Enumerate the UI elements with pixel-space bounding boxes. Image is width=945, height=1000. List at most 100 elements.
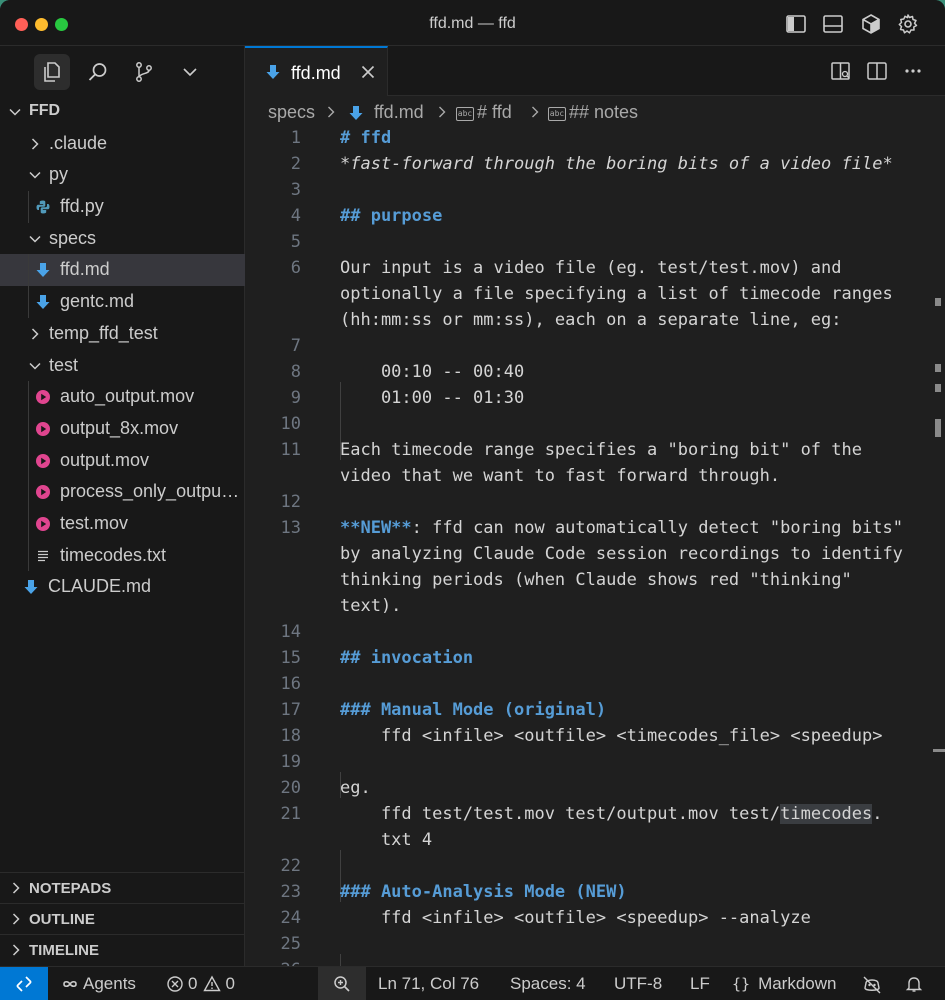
breadcrumb-symbol-notes[interactable]: abc ## notes xyxy=(548,102,638,123)
chevron-right-icon xyxy=(532,106,539,118)
notifications-bell-icon[interactable] xyxy=(905,975,927,993)
error-count: 0 xyxy=(188,974,198,993)
chevron-right-icon xyxy=(328,106,335,118)
indent-guide xyxy=(28,286,29,318)
line-number: 2 xyxy=(290,154,301,174)
code-line: 01:00 -- 01:30 xyxy=(340,388,524,408)
string-symbol-icon: abc xyxy=(548,107,566,121)
copilot-disabled-icon[interactable] xyxy=(862,975,886,995)
breadcrumb-symbol-ffd[interactable]: abc # ffd xyxy=(456,102,512,123)
file-ffd-md[interactable]: ffd.md xyxy=(0,254,245,287)
code-line: 00:10 -- 00:40 xyxy=(340,362,524,382)
tree-item-label: test xyxy=(49,354,79,375)
file-claude-md[interactable]: CLAUDE.md xyxy=(0,571,245,603)
language-mode[interactable]: {} Markdown xyxy=(732,974,836,994)
code-line: ## invocation xyxy=(340,648,473,668)
file-gentc-md[interactable]: gentc.md xyxy=(0,286,245,318)
zoom-button[interactable] xyxy=(318,967,366,1000)
problems-status[interactable]: 0 0 xyxy=(166,974,235,994)
code-token: video that we want to fast forward throu… xyxy=(340,466,781,486)
tab-ffd-md[interactable]: ffd.md xyxy=(245,46,388,96)
line-number: 4 xyxy=(290,206,301,226)
explorer-root-ffd[interactable]: FFD xyxy=(0,96,245,128)
line-number: 18 xyxy=(280,726,301,746)
panel-notepads[interactable]: NOTEPADS xyxy=(0,872,245,903)
source-control-icon[interactable] xyxy=(126,54,162,90)
code-line: thinking periods (when Claude shows red … xyxy=(340,570,852,590)
infinity-icon xyxy=(63,980,77,988)
file-output-8x-mov[interactable]: output_8x.mov xyxy=(0,412,245,445)
folder--claude[interactable]: .claude xyxy=(0,128,245,160)
chevron-right-icon xyxy=(12,944,20,956)
file-ffd-py[interactable]: ffd.py xyxy=(0,191,245,223)
file-test-mov[interactable]: test.mov xyxy=(0,507,245,540)
folder-test[interactable]: test xyxy=(0,350,245,382)
explorer-icon[interactable] xyxy=(34,54,70,90)
indentation-status[interactable]: Spaces: 4 xyxy=(510,974,586,994)
code-line: ffd <infile> <outfile> <speedup> --analy… xyxy=(340,908,811,928)
eol-status[interactable]: LF xyxy=(690,974,710,994)
code-editor[interactable]: 1 # ffd 2 *fast-forward through the boring … xyxy=(245,128,935,966)
line-number: 25 xyxy=(280,934,301,954)
panel-label: NOTEPADS xyxy=(29,879,112,897)
video-icon xyxy=(35,389,51,405)
code-token: Each timecode range specifies a "boring … xyxy=(340,440,862,460)
line-number: 9 xyxy=(290,388,301,408)
bell-icon xyxy=(905,977,923,992)
folder-py[interactable]: py xyxy=(0,159,245,191)
file-process-only-output-mov[interactable]: process_only_output.mov xyxy=(0,476,245,508)
close-icon[interactable] xyxy=(359,63,377,81)
panel-label: TIMELINE xyxy=(29,941,99,959)
code-token: by analyzing Claude Code session recordi… xyxy=(340,544,903,564)
line-number: 22 xyxy=(280,856,301,876)
open-preview-icon[interactable] xyxy=(830,60,852,82)
panel-outline[interactable]: OUTLINE xyxy=(0,903,245,934)
more-actions-icon[interactable] xyxy=(902,60,924,82)
code-token: . xyxy=(872,804,883,824)
folder-temp-ffd-test[interactable]: temp_ffd_test xyxy=(0,318,245,350)
breadcrumb-file[interactable]: ffd.md xyxy=(374,102,424,123)
tree-item-label: temp_ffd_test xyxy=(49,322,158,343)
indent-guide xyxy=(28,539,29,572)
toggle-panel-icon[interactable] xyxy=(822,13,844,35)
file-timecodes-txt[interactable]: timecodes.txt xyxy=(0,539,245,572)
search-icon[interactable] xyxy=(80,54,116,90)
code-token: (hh:mm:ss or mm:ss), each on a separate … xyxy=(340,310,842,330)
code-line: Our input is a video file (eg. test/test… xyxy=(340,258,842,278)
code-line: txt 4 xyxy=(340,830,432,850)
chevron-right-icon xyxy=(12,913,20,925)
cursor-position[interactable]: Ln 71, Col 76 xyxy=(378,974,479,994)
tree-item-label: CLAUDE.md xyxy=(48,576,152,597)
gear-icon[interactable] xyxy=(897,13,919,35)
agents-status[interactable]: Agents xyxy=(61,974,136,994)
code-token: ## purpose xyxy=(340,206,443,226)
error-icon xyxy=(167,976,183,992)
line-number: 14 xyxy=(280,622,301,642)
folder-specs[interactable]: specs xyxy=(0,223,245,255)
line-number: 12 xyxy=(280,492,301,512)
tree-item-label: timecodes.txt xyxy=(60,544,167,565)
indent-guide xyxy=(28,254,29,287)
toggle-primary-sidebar-icon[interactable] xyxy=(785,13,807,35)
code-token: ffd test/test.mov test/output.mov test/ xyxy=(340,804,781,824)
code-token: ### Manual Mode (original) xyxy=(340,700,607,720)
ruler-mark xyxy=(933,749,945,752)
video-icon xyxy=(35,453,51,469)
chevron-down-icon[interactable] xyxy=(172,54,208,90)
split-editor-icon[interactable] xyxy=(866,60,888,82)
indent-guide xyxy=(340,954,341,966)
file-output-mov[interactable]: output.mov xyxy=(0,444,245,477)
sidebar: FFD .claude py ffd.py specs ffd.md gentc.md te… xyxy=(0,46,245,966)
code-token: ### Auto-Analysis Mode (NEW) xyxy=(340,882,627,902)
breadcrumb-folder[interactable]: specs xyxy=(268,102,315,123)
encoding-status[interactable]: UTF-8 xyxy=(614,974,662,994)
panel-timeline[interactable]: TIMELINE xyxy=(0,934,245,965)
file-auto-output-mov[interactable]: auto_output.mov xyxy=(0,381,245,413)
tree-item-label: output_8x.mov xyxy=(60,417,179,438)
status-bar: Agents 0 0 Ln 71, Col 76 Spaces: 4 UTF-8… xyxy=(0,966,945,1000)
overview-ruler[interactable] xyxy=(933,128,945,966)
code-line: video that we want to fast forward throu… xyxy=(340,466,780,486)
remote-indicator-button[interactable] xyxy=(0,967,48,1000)
cube-icon[interactable] xyxy=(860,13,882,35)
code-token: Our input is a video file (eg. test/test… xyxy=(340,258,842,278)
